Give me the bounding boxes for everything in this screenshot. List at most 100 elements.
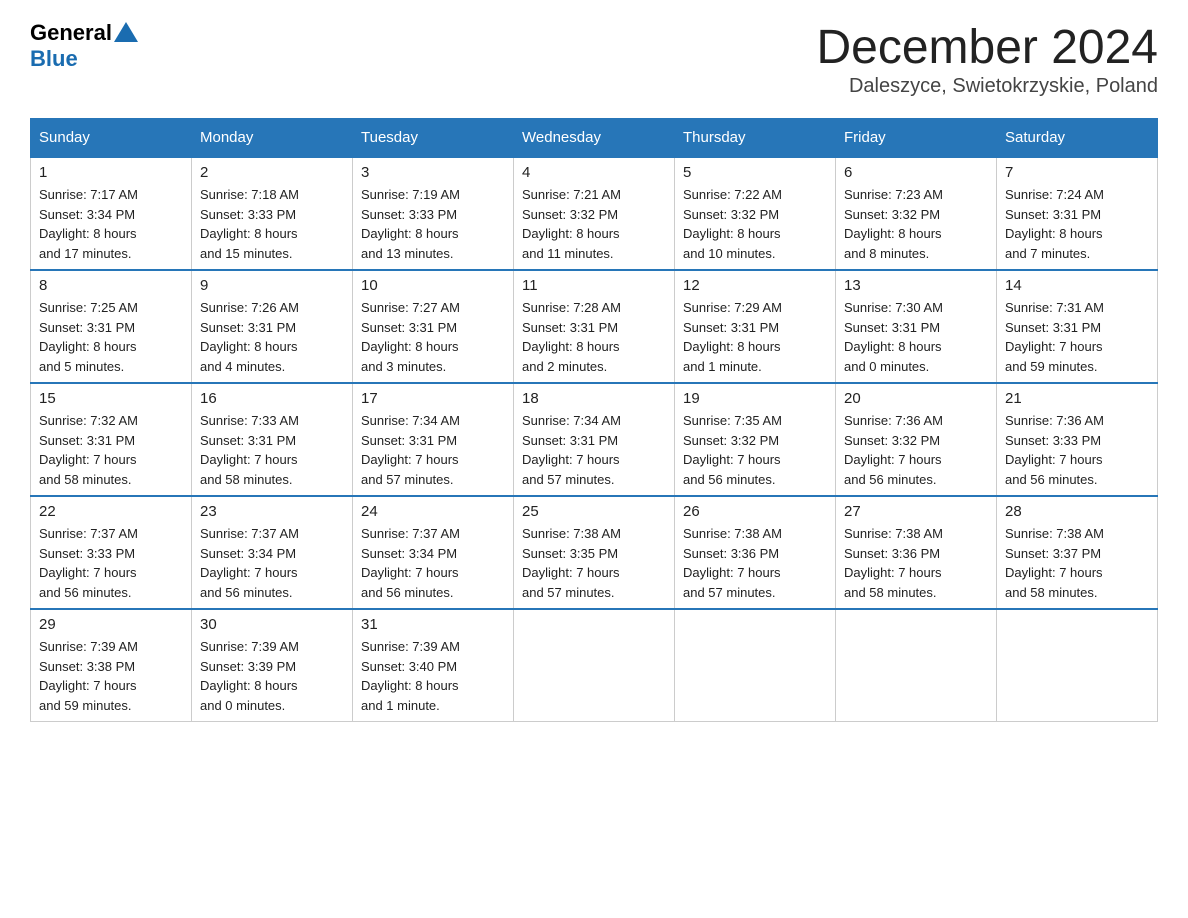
- day-info: Sunrise: 7:27 AM Sunset: 3:31 PM Dayligh…: [361, 298, 505, 376]
- day-number: 28: [1005, 503, 1149, 520]
- calendar-subtitle: Daleszyce, Swietokrzyskie, Poland: [816, 75, 1158, 98]
- day-number: 23: [200, 503, 344, 520]
- calendar-cell: 21Sunrise: 7:36 AM Sunset: 3:33 PM Dayli…: [997, 383, 1158, 496]
- day-info: Sunrise: 7:38 AM Sunset: 3:35 PM Dayligh…: [522, 524, 666, 602]
- day-info: Sunrise: 7:26 AM Sunset: 3:31 PM Dayligh…: [200, 298, 344, 376]
- day-number: 14: [1005, 277, 1149, 294]
- calendar-table: SundayMondayTuesdayWednesdayThursdayFrid…: [30, 118, 1158, 722]
- calendar-cell: 1Sunrise: 7:17 AM Sunset: 3:34 PM Daylig…: [31, 157, 192, 270]
- weekday-header-monday: Monday: [192, 119, 353, 158]
- day-number: 16: [200, 390, 344, 407]
- day-number: 12: [683, 277, 827, 294]
- day-info: Sunrise: 7:39 AM Sunset: 3:40 PM Dayligh…: [361, 637, 505, 715]
- calendar-week-row: 29Sunrise: 7:39 AM Sunset: 3:38 PM Dayli…: [31, 609, 1158, 722]
- day-info: Sunrise: 7:29 AM Sunset: 3:31 PM Dayligh…: [683, 298, 827, 376]
- calendar-cell: 20 Sunrise: 7:36 AM Sunset: 3:32 PM Dayli…: [836, 383, 997, 496]
- day-info: Sunrise: 7:21 AM Sunset: 3:32 PM Dayligh…: [522, 185, 666, 263]
- calendar-cell: 2Sunrise: 7:18 AM Sunset: 3:33 PM Daylig…: [192, 157, 353, 270]
- calendar-cell: 5 Sunrise: 7:22 AM Sunset: 3:32 PM Daylig…: [675, 157, 836, 270]
- day-number: 25: [522, 503, 666, 520]
- day-number: 11: [522, 277, 666, 294]
- calendar-cell: 18 Sunrise: 7:34 AM Sunset: 3:31 PM Dayli…: [514, 383, 675, 496]
- calendar-cell: 9 Sunrise: 7:26 AM Sunset: 3:31 PM Daylig…: [192, 270, 353, 383]
- title-section: December 2024 Daleszyce, Swietokrzyskie,…: [816, 20, 1158, 98]
- day-number: 15: [39, 390, 183, 407]
- weekday-header-friday: Friday: [836, 119, 997, 158]
- day-number: 27: [844, 503, 988, 520]
- calendar-cell: 26Sunrise: 7:38 AM Sunset: 3:36 PM Dayli…: [675, 496, 836, 609]
- day-info: Sunrise: 7:37 AM Sunset: 3:34 PM Dayligh…: [361, 524, 505, 602]
- day-info: Sunrise: 7:18 AM Sunset: 3:33 PM Dayligh…: [200, 185, 344, 263]
- day-number: 26: [683, 503, 827, 520]
- day-number: 9: [200, 277, 344, 294]
- calendar-cell: 23Sunrise: 7:37 AM Sunset: 3:34 PM Dayli…: [192, 496, 353, 609]
- calendar-cell: 3 Sunrise: 7:19 AM Sunset: 3:33 PM Daylig…: [353, 157, 514, 270]
- day-number: 3: [361, 164, 505, 181]
- calendar-cell: 13 Sunrise: 7:30 AM Sunset: 3:31 PM Dayli…: [836, 270, 997, 383]
- day-info: Sunrise: 7:34 AM Sunset: 3:31 PM Dayligh…: [522, 411, 666, 489]
- day-number: 7: [1005, 164, 1149, 181]
- day-info: Sunrise: 7:25 AM Sunset: 3:31 PM Dayligh…: [39, 298, 183, 376]
- calendar-cell: 25 Sunrise: 7:38 AM Sunset: 3:35 PM Dayli…: [514, 496, 675, 609]
- calendar-cell: 16 Sunrise: 7:33 AM Sunset: 3:31 PM Dayli…: [192, 383, 353, 496]
- calendar-header: SundayMondayTuesdayWednesdayThursdayFrid…: [31, 119, 1158, 158]
- day-info: Sunrise: 7:34 AM Sunset: 3:31 PM Dayligh…: [361, 411, 505, 489]
- day-number: 24: [361, 503, 505, 520]
- calendar-cell: 11Sunrise: 7:28 AM Sunset: 3:31 PM Dayli…: [514, 270, 675, 383]
- calendar-body: 1Sunrise: 7:17 AM Sunset: 3:34 PM Daylig…: [31, 157, 1158, 722]
- day-info: Sunrise: 7:37 AM Sunset: 3:33 PM Dayligh…: [39, 524, 183, 602]
- calendar-cell: 7Sunrise: 7:24 AM Sunset: 3:31 PM Daylig…: [997, 157, 1158, 270]
- day-number: 17: [361, 390, 505, 407]
- logo-top: General: [30, 20, 138, 46]
- calendar-cell: 22Sunrise: 7:37 AM Sunset: 3:33 PM Dayli…: [31, 496, 192, 609]
- calendar-cell: 17 Sunrise: 7:34 AM Sunset: 3:31 PM Dayli…: [353, 383, 514, 496]
- day-number: 8: [39, 277, 183, 294]
- calendar-cell: 28 Sunrise: 7:38 AM Sunset: 3:37 PM Dayli…: [997, 496, 1158, 609]
- calendar-cell: [675, 609, 836, 722]
- calendar-week-row: 1Sunrise: 7:17 AM Sunset: 3:34 PM Daylig…: [31, 157, 1158, 270]
- page-header: General Blue December 2024 Daleszyce, Sw…: [30, 20, 1158, 98]
- day-info: Sunrise: 7:17 AM Sunset: 3:34 PM Dayligh…: [39, 185, 183, 263]
- day-number: 10: [361, 277, 505, 294]
- logo-content: General Blue: [30, 20, 138, 72]
- day-info: Sunrise: 7:30 AM Sunset: 3:31 PM Dayligh…: [844, 298, 988, 376]
- day-info: Sunrise: 7:22 AM Sunset: 3:32 PM Dayligh…: [683, 185, 827, 263]
- calendar-cell: 29Sunrise: 7:39 AM Sunset: 3:38 PM Dayli…: [31, 609, 192, 722]
- day-info: Sunrise: 7:19 AM Sunset: 3:33 PM Dayligh…: [361, 185, 505, 263]
- calendar-cell: 15Sunrise: 7:32 AM Sunset: 3:31 PM Dayli…: [31, 383, 192, 496]
- weekday-header-tuesday: Tuesday: [353, 119, 514, 158]
- day-number: 13: [844, 277, 988, 294]
- weekday-header-sunday: Sunday: [31, 119, 192, 158]
- calendar-week-row: 15Sunrise: 7:32 AM Sunset: 3:31 PM Dayli…: [31, 383, 1158, 496]
- calendar-cell: 8 Sunrise: 7:25 AM Sunset: 3:31 PM Daylig…: [31, 270, 192, 383]
- day-info: Sunrise: 7:31 AM Sunset: 3:31 PM Dayligh…: [1005, 298, 1149, 376]
- calendar-cell: 27 Sunrise: 7:38 AM Sunset: 3:36 PM Dayli…: [836, 496, 997, 609]
- day-number: 6: [844, 164, 988, 181]
- calendar-week-row: 22Sunrise: 7:37 AM Sunset: 3:33 PM Dayli…: [31, 496, 1158, 609]
- day-info: Sunrise: 7:36 AM Sunset: 3:33 PM Dayligh…: [1005, 411, 1149, 489]
- logo-general-text: General: [30, 20, 112, 46]
- logo: General Blue: [30, 20, 138, 72]
- day-number: 30: [200, 616, 344, 633]
- weekday-header-row: SundayMondayTuesdayWednesdayThursdayFrid…: [31, 119, 1158, 158]
- day-info: Sunrise: 7:39 AM Sunset: 3:38 PM Dayligh…: [39, 637, 183, 715]
- day-number: 31: [361, 616, 505, 633]
- calendar-week-row: 8 Sunrise: 7:25 AM Sunset: 3:31 PM Daylig…: [31, 270, 1158, 383]
- day-info: Sunrise: 7:39 AM Sunset: 3:39 PM Dayligh…: [200, 637, 344, 715]
- day-info: Sunrise: 7:33 AM Sunset: 3:31 PM Dayligh…: [200, 411, 344, 489]
- day-number: 18: [522, 390, 666, 407]
- day-info: Sunrise: 7:38 AM Sunset: 3:36 PM Dayligh…: [844, 524, 988, 602]
- calendar-cell: 31 Sunrise: 7:39 AM Sunset: 3:40 PM Dayli…: [353, 609, 514, 722]
- day-number: 4: [522, 164, 666, 181]
- day-number: 5: [683, 164, 827, 181]
- calendar-cell: 12 Sunrise: 7:29 AM Sunset: 3:31 PM Dayli…: [675, 270, 836, 383]
- day-number: 19: [683, 390, 827, 407]
- day-number: 20: [844, 390, 988, 407]
- day-info: Sunrise: 7:38 AM Sunset: 3:37 PM Dayligh…: [1005, 524, 1149, 602]
- day-info: Sunrise: 7:36 AM Sunset: 3:32 PM Dayligh…: [844, 411, 988, 489]
- logo-triangle-icon: [114, 22, 138, 42]
- calendar-cell: 10 Sunrise: 7:27 AM Sunset: 3:31 PM Dayli…: [353, 270, 514, 383]
- logo-blue-text: Blue: [30, 46, 78, 72]
- calendar-cell: [997, 609, 1158, 722]
- weekday-header-thursday: Thursday: [675, 119, 836, 158]
